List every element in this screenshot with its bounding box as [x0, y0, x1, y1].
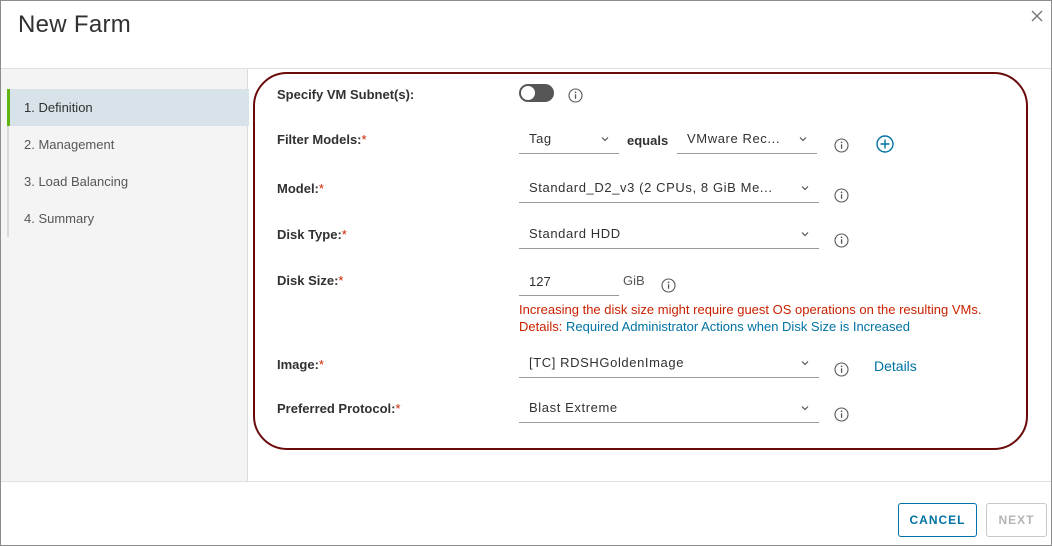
wizard-steps: 1. Definition 2. Management 3. Load Bala… — [7, 89, 249, 237]
disk-size-input[interactable] — [519, 268, 619, 296]
close-icon[interactable] — [1026, 5, 1048, 27]
info-icon[interactable] — [834, 407, 849, 422]
chevron-down-icon — [801, 406, 809, 411]
image-label: Image:* — [277, 357, 324, 372]
dialog-title: New Farm — [18, 11, 132, 38]
add-filter-icon[interactable] — [875, 134, 895, 154]
subnet-label: Specify VM Subnet(s): — [277, 87, 415, 102]
filter-operator: equals — [627, 133, 669, 148]
details-prefix: Details: — [519, 319, 563, 334]
protocol-select[interactable]: Blast Extreme — [519, 395, 819, 423]
step-label: 3. Load Balancing — [24, 174, 129, 189]
info-icon[interactable] — [661, 278, 676, 293]
disk-type-select[interactable]: Standard HDD — [519, 221, 819, 249]
step-label: 1. Definition — [24, 100, 93, 115]
wizard-sidebar: 1. Definition 2. Management 3. Load Bala… — [1, 69, 249, 481]
footer-divider — [1, 481, 1051, 482]
disk-size-label: Disk Size:* — [277, 273, 344, 288]
toggle-knob — [521, 86, 535, 100]
step-summary[interactable]: 4. Summary — [9, 200, 249, 237]
step-management[interactable]: 2. Management — [9, 126, 249, 163]
info-icon[interactable] — [834, 138, 849, 153]
info-icon[interactable] — [834, 362, 849, 377]
disk-size-warning: Increasing the disk size might require g… — [519, 302, 982, 317]
info-icon[interactable] — [834, 188, 849, 203]
image-select[interactable]: [TC] RDSHGoldenImage — [519, 350, 819, 378]
disk-type-label: Disk Type:* — [277, 227, 347, 242]
next-button[interactable]: NEXT — [986, 503, 1047, 537]
protocol-label: Preferred Protocol:* — [277, 401, 401, 416]
filter-field-select[interactable]: Tag — [519, 126, 619, 154]
chevron-down-icon — [801, 186, 809, 191]
chevron-down-icon — [601, 137, 609, 142]
chevron-down-icon — [799, 137, 807, 142]
step-label: 4. Summary — [24, 211, 95, 226]
chevron-down-icon — [801, 232, 809, 237]
step-definition[interactable]: 1. Definition — [7, 89, 249, 126]
cancel-button[interactable]: CANCEL — [898, 503, 977, 537]
info-icon[interactable] — [568, 88, 583, 103]
filter-models-label: Filter Models:* — [277, 132, 367, 147]
filter-value-select[interactable]: VMware Rec... — [677, 126, 817, 154]
step-load-balancing[interactable]: 3. Load Balancing — [9, 163, 249, 200]
disk-size-actions-link[interactable]: Required Administrator Actions when Disk… — [566, 319, 910, 334]
model-label: Model:* — [277, 181, 324, 196]
subnet-toggle[interactable] — [519, 84, 554, 102]
info-icon[interactable] — [834, 233, 849, 248]
image-details-link[interactable]: Details — [874, 358, 917, 374]
model-select[interactable]: Standard_D2_v3 (2 CPUs, 8 GiB Me... — [519, 175, 819, 203]
step-label: 2. Management — [24, 137, 115, 152]
disk-size-details: Details: Required Administrator Actions … — [519, 319, 910, 334]
disk-size-unit: GiB — [623, 273, 645, 288]
chevron-down-icon — [801, 361, 809, 366]
